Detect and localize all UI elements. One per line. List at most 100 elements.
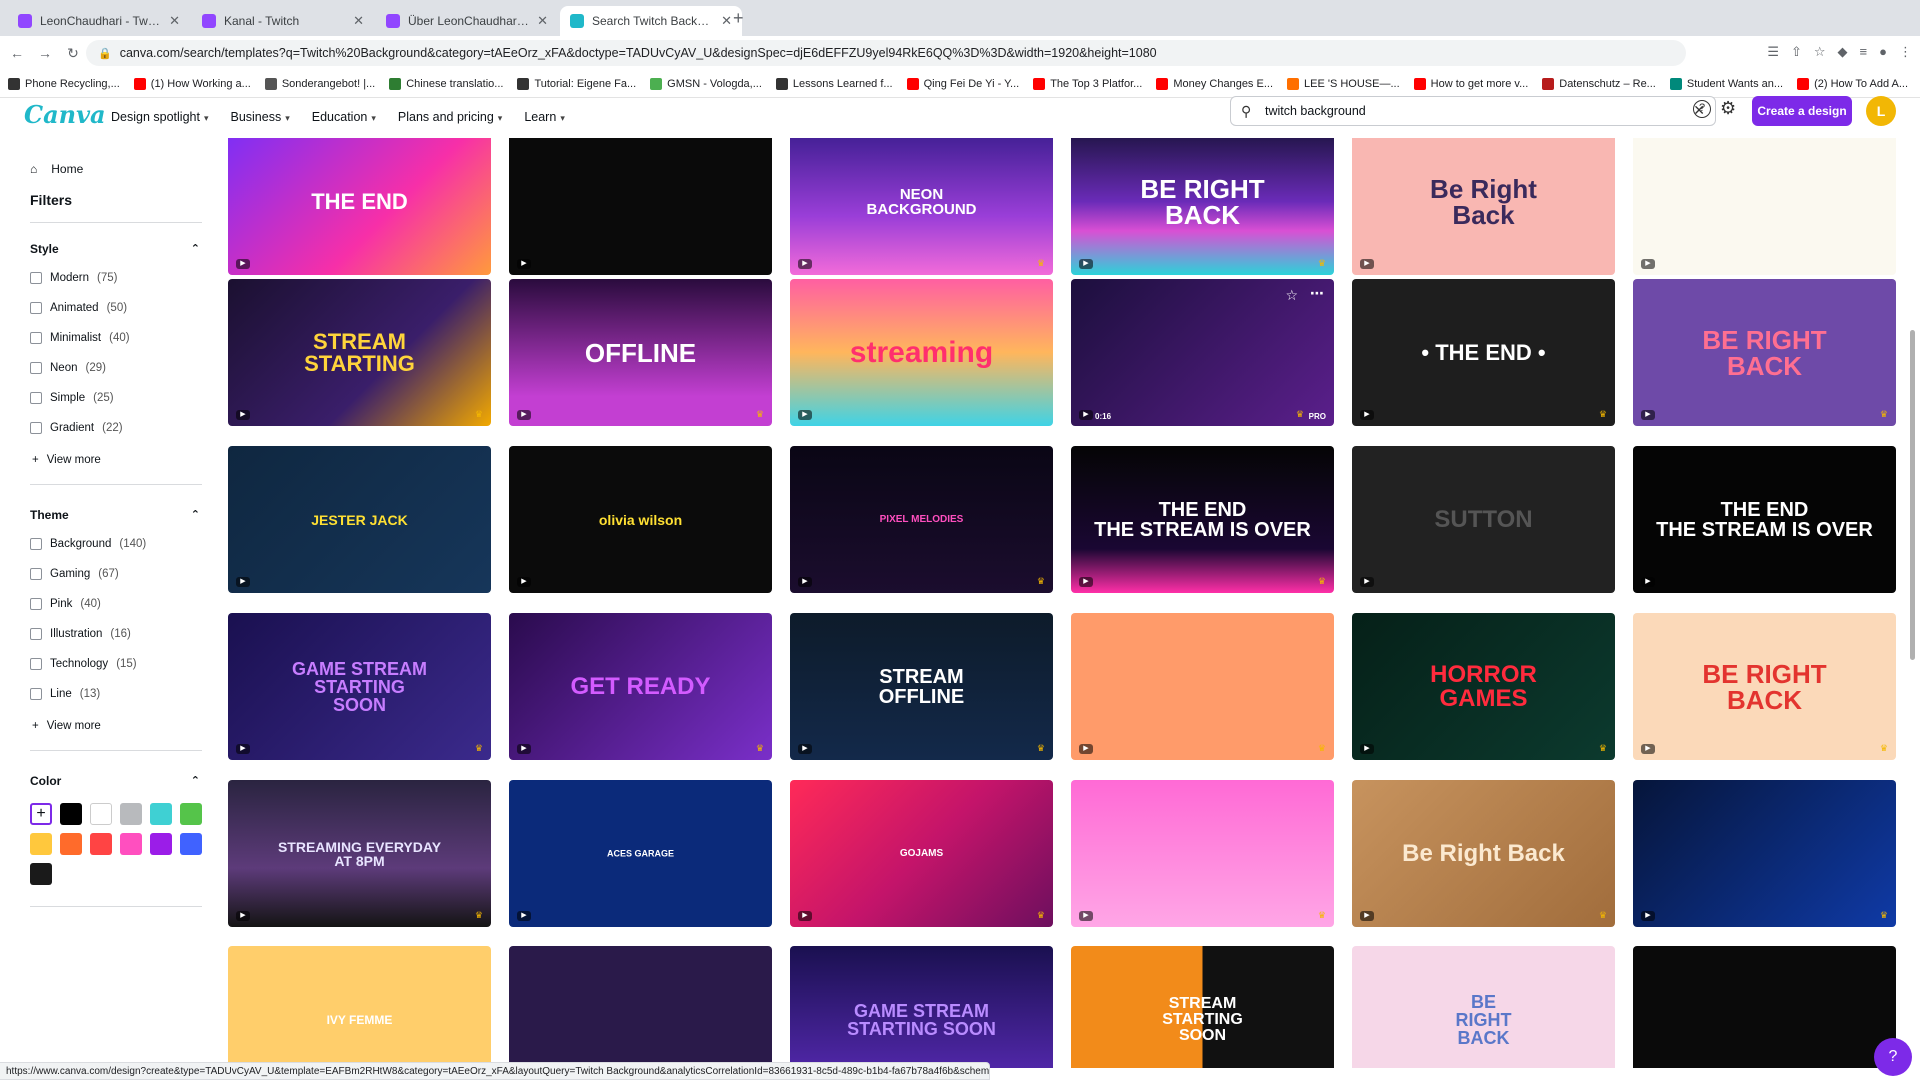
template-card[interactable]: STREAM STARTING ▶ ♛ (228, 279, 491, 426)
forward-icon[interactable]: → (34, 45, 56, 61)
template-card[interactable]: STREAM OFFLINE ▶ ♛ (790, 613, 1053, 760)
template-card[interactable]: THE END ▶ (228, 138, 491, 275)
template-card[interactable]: THE END THE STREAM IS OVER ▶ (1633, 446, 1896, 593)
create-design-button[interactable]: Create a design (1752, 96, 1852, 126)
reload-icon[interactable]: ↻ (62, 45, 84, 62)
new-tab-button[interactable]: + (733, 8, 744, 29)
browser-tab[interactable]: Search Twitch Background - C ✕ (560, 6, 742, 36)
template-card[interactable]: BE RIGHT BACK ▶ ♛ (1633, 613, 1896, 760)
avatar[interactable]: L (1866, 96, 1896, 126)
browser-tab[interactable]: Über LeonChaudhari - Twitch ✕ (376, 6, 558, 36)
bookmark-item[interactable]: Tutorial: Eigene Fa... (517, 77, 636, 90)
bookmark-item[interactable]: Phone Recycling,... (8, 77, 120, 90)
filter-checkbox[interactable] (30, 422, 42, 434)
filter-option[interactable]: Animated (50) (30, 302, 127, 314)
bookmark-item[interactable]: GMSN - Vologda,... (650, 77, 762, 90)
filter-option[interactable]: Line (13) (30, 688, 100, 700)
template-card[interactable] (1633, 946, 1896, 1068)
color-swatch[interactable] (60, 803, 82, 825)
filter-checkbox[interactable] (30, 568, 42, 580)
filter-option[interactable]: Modern (75) (30, 272, 117, 284)
style-view-more[interactable]: + View more (32, 454, 101, 466)
filter-checkbox[interactable] (30, 598, 42, 610)
template-card[interactable]: STREAM STARTING SOON (1071, 946, 1334, 1068)
lock-icon[interactable]: 🔒 (98, 47, 112, 60)
close-tab-icon[interactable]: ✕ (169, 13, 180, 29)
filter-checkbox[interactable] (30, 658, 42, 670)
page-scrollbar[interactable] (1910, 330, 1915, 660)
filter-checkbox[interactable] (30, 538, 42, 550)
template-card[interactable]: SUTTON ▶ (1352, 446, 1615, 593)
template-card[interactable]: GAME STREAM STARTING SOON (790, 946, 1053, 1068)
filter-option[interactable]: Technology (15) (30, 658, 137, 670)
template-card[interactable]: BE RIGHT BACK ▶ ♛ (1633, 279, 1896, 426)
bookmark-item[interactable]: Datenschutz – Re... (1542, 77, 1656, 90)
template-card[interactable]: HORROR GAMES ▶ ♛ (1352, 613, 1615, 760)
color-swatch[interactable] (120, 803, 142, 825)
bookmark-item[interactable]: Qing Fei De Yi - Y... (906, 77, 1019, 90)
more-options-icon[interactable]: ⋯ (1310, 285, 1324, 302)
back-icon[interactable]: ← (6, 45, 28, 61)
nav-item[interactable]: Plans and pricing ▾ (398, 110, 502, 124)
color-swatch[interactable] (60, 833, 82, 855)
template-card[interactable]: PIXEL MELODIES ▶ ♛ (790, 446, 1053, 593)
filter-checkbox[interactable] (30, 362, 42, 374)
template-card[interactable]: ACES GARAGE ▶ (509, 780, 772, 927)
menu-dots-icon[interactable]: ⋮ (1899, 44, 1912, 60)
nav-item[interactable]: Business ▾ (230, 110, 289, 124)
bookmark-item[interactable]: Student Wants an... (1669, 77, 1783, 90)
color-swatch[interactable] (120, 833, 142, 855)
color-swatch[interactable] (180, 803, 202, 825)
canva-logo[interactable]: Canva (24, 100, 106, 129)
filter-option[interactable]: Neon (29) (30, 362, 106, 374)
filter-checkbox[interactable] (30, 272, 42, 284)
bookmark-item[interactable]: Chinese translatio... (389, 77, 503, 90)
template-card[interactable]: ▶ ♛ (1071, 780, 1334, 927)
nav-item[interactable]: Design spotlight ▾ (111, 110, 208, 124)
template-card[interactable] (509, 946, 772, 1068)
template-card[interactable]: streaming ▶ (790, 279, 1053, 426)
template-card[interactable]: NEON BACKGROUND ▶ ♛ (790, 138, 1053, 275)
template-card[interactable]: JESTER JACK ▶ (228, 446, 491, 593)
help-fab-button[interactable]: ? (1874, 1038, 1912, 1076)
reading-list-icon[interactable]: ≡ (1860, 44, 1868, 60)
template-card[interactable]: ▶ 0:16 ♛ PRO ☆ ⋯ (1071, 279, 1334, 426)
template-card[interactable]: OFFLINE ▶ ♛ (509, 279, 772, 426)
color-swatch[interactable] (30, 833, 52, 855)
browser-tab[interactable]: LeonChaudhari - Twitch ✕ (8, 6, 190, 36)
gear-icon[interactable]: ⚙ (1720, 98, 1736, 119)
filter-checkbox[interactable] (30, 392, 42, 404)
color-swatch[interactable] (150, 803, 172, 825)
filter-option[interactable]: Simple (25) (30, 392, 114, 404)
profile-icon[interactable]: ● (1879, 44, 1887, 60)
nav-item[interactable]: Learn ▾ (524, 110, 565, 124)
home-link[interactable]: ⌂ Home (30, 162, 83, 176)
nav-item[interactable]: Education ▾ (312, 110, 376, 124)
style-section-toggle[interactable]: Style ⌃ (30, 242, 200, 256)
close-tab-icon[interactable]: ✕ (353, 13, 364, 29)
template-card[interactable]: BE RIGHT BACK (1352, 946, 1615, 1068)
address-bar[interactable]: 🔒 canva.com/search/templates?q=Twitch%20… (86, 40, 1686, 66)
bookmark-item[interactable]: Lessons Learned f... (775, 77, 893, 90)
star-icon[interactable]: ☆ (1285, 287, 1298, 304)
template-card[interactable]: GET READY ▶ ♛ (509, 613, 772, 760)
extensions-puzzle-icon[interactable]: ◆ (1838, 44, 1848, 60)
template-card[interactable]: ▶ (509, 138, 772, 275)
template-card[interactable]: • THE END • ▶ ♛ (1352, 279, 1615, 426)
template-card[interactable]: STREAMING EVERYDAY AT 8PM ▶ ♛ (228, 780, 491, 927)
theme-view-more[interactable]: + View more (32, 720, 101, 732)
color-swatch[interactable] (90, 803, 112, 825)
color-swatch[interactable] (150, 833, 172, 855)
template-card[interactable]: GAME STREAM STARTING SOON ▶ ♛ (228, 613, 491, 760)
bookmark-star-icon[interactable]: ☆ (1814, 44, 1826, 60)
filter-checkbox[interactable] (30, 688, 42, 700)
close-tab-icon[interactable]: ✕ (721, 13, 732, 29)
template-card[interactable]: IVY FEMME (228, 946, 491, 1068)
bookmark-item[interactable]: (2) How To Add A... (1797, 77, 1908, 90)
template-card[interactable]: ▶ ♛ (1071, 613, 1334, 760)
bookmark-item[interactable]: The Top 3 Platfor... (1033, 77, 1142, 90)
template-card[interactable]: THE END THE STREAM IS OVER ▶ ♛ (1071, 446, 1334, 593)
help-icon[interactable]: ? (1693, 100, 1711, 118)
filter-option[interactable]: Pink (40) (30, 598, 101, 610)
bookmark-item[interactable]: Sonderangebot! |... (264, 77, 375, 90)
